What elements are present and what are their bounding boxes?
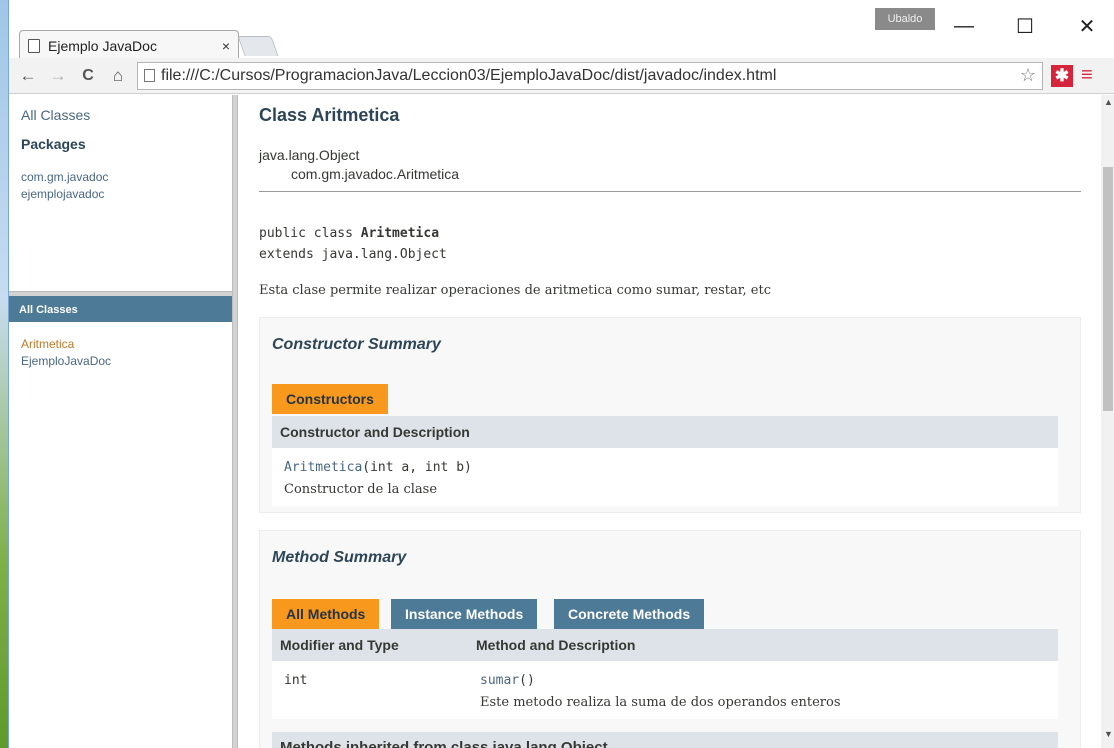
- signature-class-name: Aritmetica: [360, 226, 440, 241]
- method-signature: sumar(): [480, 673, 535, 688]
- inheritance-child: com.gm.javadoc.Aritmetica: [291, 166, 460, 182]
- reload-button[interactable]: C: [77, 67, 99, 85]
- vertical-scrollbar[interactable]: ▲ ▼: [1101, 95, 1114, 748]
- page-icon: [144, 69, 155, 82]
- scroll-down-icon[interactable]: ▼: [1104, 729, 1113, 739]
- tab-title: Ejemplo JavaDoc: [48, 37, 157, 54]
- tab-instance-methods[interactable]: Instance Methods: [391, 599, 538, 629]
- minimize-button[interactable]: —: [941, 6, 987, 46]
- constructor-summary-heading: Constructor Summary: [272, 336, 441, 353]
- forward-button[interactable]: →: [47, 66, 69, 86]
- url-input[interactable]: [161, 66, 1011, 85]
- home-button[interactable]: ⌂: [107, 66, 129, 86]
- browser-tab[interactable]: Ejemplo JavaDoc ×: [19, 30, 239, 60]
- bookmark-star-icon[interactable]: ☆: [1020, 65, 1036, 86]
- inherited-methods-heading: Methods inherited from class java.lang.O…: [272, 732, 1058, 748]
- user-badge[interactable]: Ubaldo: [875, 8, 935, 30]
- class-extends: extends java.lang.Object: [259, 247, 447, 262]
- class-link[interactable]: EjemploJavaDoc: [21, 354, 111, 368]
- constructor-summary-block: Constructor Summary Constructors Constru…: [259, 317, 1081, 513]
- constructor-table-header: Constructor and Description: [272, 416, 1058, 448]
- title-bar: Ejemplo JavaDoc × Ubaldo — ☐ ✕: [9, 0, 1114, 60]
- new-tab-button[interactable]: [237, 36, 279, 56]
- classes-frame: All Classes Aritmetica EjemploJavaDoc: [9, 296, 232, 748]
- class-documentation: Class Aritmetica java.lang.Object com.gm…: [238, 95, 1101, 748]
- divider-line: [259, 191, 1081, 192]
- packages-frame: All Classes Packages com.gm.javadoc ejem…: [9, 95, 232, 291]
- close-window-button[interactable]: ✕: [1064, 6, 1110, 46]
- scroll-up-icon[interactable]: ▲: [1104, 97, 1113, 107]
- method-link[interactable]: sumar: [480, 673, 519, 688]
- left-panel: All Classes Packages com.gm.javadoc ejem…: [9, 95, 232, 748]
- column-method-description: Method and Description: [476, 637, 636, 653]
- method-summary-block: Method Summary All Methods Instance Meth…: [259, 530, 1081, 748]
- tab-concrete-methods[interactable]: Concrete Methods: [554, 599, 705, 629]
- package-link[interactable]: ejemplojavadoc: [21, 187, 104, 201]
- constructor-description: Constructor de la clase: [284, 482, 438, 497]
- method-params: (): [519, 673, 535, 688]
- menu-icon[interactable]: ≡: [1081, 64, 1093, 87]
- table-row: Aritmetica(int a, int b) Constructor de …: [272, 448, 1058, 506]
- signature-prefix: public class: [259, 226, 361, 241]
- tab-constructors[interactable]: Constructors: [272, 384, 388, 414]
- address-bar[interactable]: ☆: [137, 61, 1043, 90]
- all-classes-bar: All Classes: [9, 296, 232, 322]
- browser-window: Ejemplo JavaDoc × Ubaldo — ☐ ✕ ← → C ⌂ ☆…: [8, 0, 1114, 748]
- tab-close-icon[interactable]: ×: [222, 38, 230, 54]
- extension-icon[interactable]: ✱: [1051, 64, 1073, 87]
- class-link[interactable]: Aritmetica: [21, 337, 74, 351]
- page-content: All Classes Packages com.gm.javadoc ejem…: [9, 95, 1114, 748]
- method-summary-heading: Method Summary: [272, 549, 407, 566]
- back-button[interactable]: ←: [17, 66, 39, 86]
- page-title: Class Aritmetica: [259, 105, 400, 125]
- constructor-link[interactable]: Aritmetica: [284, 460, 362, 475]
- constructor-params: (int a, int b): [362, 460, 472, 475]
- method-description: Este metodo realiza la suma de dos opera…: [480, 695, 841, 710]
- method-table-header: Modifier and Type Method and Description: [272, 629, 1058, 661]
- class-description: Esta clase permite realizar operaciones …: [259, 283, 772, 298]
- scrollbar-thumb[interactable]: [1103, 167, 1113, 411]
- constructor-signature: Aritmetica(int a, int b): [284, 460, 472, 475]
- packages-heading: Packages: [21, 136, 86, 152]
- page-icon: [28, 38, 40, 53]
- tab-all-methods[interactable]: All Methods: [272, 599, 380, 629]
- package-link[interactable]: com.gm.javadoc: [21, 170, 108, 184]
- all-classes-link[interactable]: All Classes: [21, 107, 90, 123]
- column-modifier-type: Modifier and Type: [280, 637, 399, 653]
- maximize-button[interactable]: ☐: [1002, 6, 1048, 46]
- browser-toolbar: ← → C ⌂ ☆ ✱ ≡: [9, 58, 1114, 94]
- inheritance-parent: java.lang.Object: [259, 147, 360, 163]
- class-signature: public class Aritmetica: [259, 226, 439, 241]
- method-return-type: int: [284, 673, 308, 688]
- table-row: int sumar() Este metodo realiza la suma …: [272, 661, 1058, 719]
